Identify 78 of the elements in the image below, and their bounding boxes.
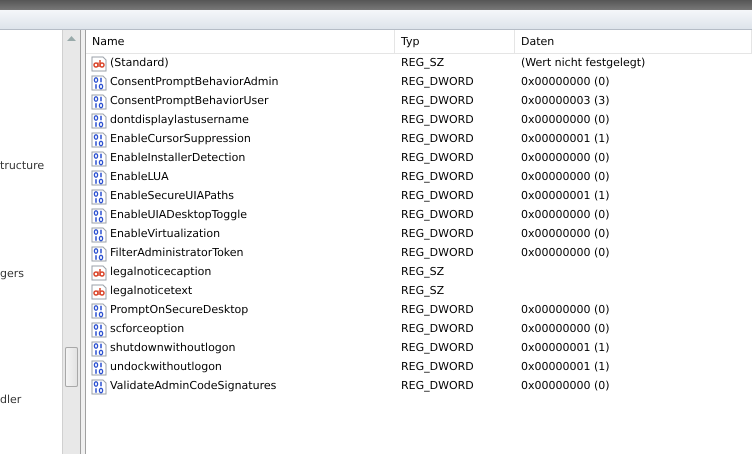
value-type: REG_DWORD bbox=[401, 341, 474, 354]
value-name[interactable]: shutdownwithoutlogon bbox=[110, 340, 236, 357]
value-data: 0x00000000 (0) bbox=[521, 303, 610, 316]
binary-value-icon bbox=[91, 132, 107, 148]
value-type: REG_DWORD bbox=[401, 208, 474, 222]
tree-item[interactable]: dler bbox=[0, 392, 22, 408]
scroll-up-arrow-icon[interactable] bbox=[67, 36, 76, 42]
binary-value-icon bbox=[91, 188, 107, 204]
value-name[interactable]: EnableVirtualization bbox=[110, 226, 220, 243]
value-data: 0x00000000 (0) bbox=[521, 246, 610, 260]
binary-value-icon bbox=[91, 226, 107, 242]
value-type: REG_DWORD bbox=[401, 151, 474, 164]
binary-value-icon bbox=[91, 170, 107, 186]
value-name[interactable]: EnableLUA bbox=[110, 169, 169, 186]
binary-value-icon bbox=[91, 150, 107, 166]
value-data: 0x00000000 (0) bbox=[521, 379, 610, 392]
value-name[interactable]: EnableUIADesktopToggle bbox=[110, 207, 248, 224]
value-name[interactable]: undockwithoutlogon bbox=[110, 359, 222, 376]
value-name[interactable]: EnableSecureUIAPaths bbox=[110, 188, 234, 205]
value-data: 0x00000001 (1) bbox=[521, 132, 610, 146]
value-data: 0x00000001 (1) bbox=[521, 360, 610, 374]
value-data: 0x00000000 (0) bbox=[521, 170, 610, 184]
value-type: REG_DWORD bbox=[401, 379, 474, 392]
value-data: (Wert nicht festgelegt) bbox=[521, 56, 646, 70]
value-type: REG_SZ bbox=[401, 284, 444, 298]
value-type: REG_SZ bbox=[401, 56, 444, 70]
tree-item[interactable]: gers bbox=[0, 266, 24, 282]
column-header[interactable]: Daten bbox=[515, 30, 752, 53]
value-type: REG_DWORD bbox=[401, 227, 474, 240]
value-name[interactable]: EnableInstallerDetection bbox=[110, 150, 246, 167]
value-type: REG_DWORD bbox=[401, 322, 474, 336]
binary-value-icon bbox=[91, 322, 107, 338]
value-name[interactable]: ValidateAdminCodeSignatures bbox=[110, 378, 276, 395]
value-type: REG_DWORD bbox=[401, 75, 474, 88]
value-data: 0x00000003 (3) bbox=[521, 94, 610, 108]
value-name[interactable]: legalnoticecaption bbox=[110, 264, 212, 281]
string-value-icon bbox=[91, 56, 107, 72]
value-type: REG_DWORD bbox=[401, 246, 474, 260]
value-name[interactable]: PromptOnSecureDesktop bbox=[110, 302, 248, 319]
value-data: 0x00000000 (0) bbox=[521, 151, 610, 164]
value-name[interactable]: legalnoticetext bbox=[110, 283, 192, 300]
value-type: REG_SZ bbox=[401, 265, 444, 278]
value-data: 0x00000000 (0) bbox=[521, 208, 610, 222]
value-type: REG_DWORD bbox=[401, 132, 474, 146]
binary-value-icon bbox=[91, 360, 107, 376]
value-type: REG_DWORD bbox=[401, 303, 474, 316]
binary-value-icon bbox=[91, 378, 107, 394]
value-name[interactable]: scforceoption bbox=[110, 321, 184, 338]
value-name[interactable]: EnableCursorSuppression bbox=[110, 131, 251, 148]
value-type: REG_DWORD bbox=[401, 170, 474, 184]
binary-value-icon bbox=[91, 94, 107, 110]
value-type: REG_DWORD bbox=[401, 94, 474, 108]
value-data: 0x00000000 (0) bbox=[521, 113, 610, 126]
value-name[interactable]: (Standard) bbox=[110, 55, 169, 72]
binary-value-icon bbox=[91, 246, 107, 262]
binary-value-icon bbox=[91, 112, 107, 128]
column-header[interactable]: Name bbox=[86, 30, 395, 53]
value-data: 0x00000001 (1) bbox=[521, 189, 610, 202]
value-name[interactable]: dontdisplaylastusername bbox=[110, 112, 249, 129]
scrollbar-thumb[interactable] bbox=[65, 347, 78, 387]
string-value-icon bbox=[91, 284, 107, 300]
string-value-icon bbox=[91, 264, 107, 280]
tree-item[interactable]: tructure bbox=[0, 158, 44, 174]
binary-value-icon bbox=[91, 302, 107, 318]
value-name[interactable]: ConsentPromptBehaviorUser bbox=[110, 93, 269, 110]
value-type: REG_DWORD bbox=[401, 113, 474, 126]
value-type: REG_DWORD bbox=[401, 189, 474, 202]
value-name[interactable]: FilterAdministratorToken bbox=[110, 245, 244, 262]
binary-value-icon bbox=[91, 340, 107, 356]
value-type: REG_DWORD bbox=[401, 360, 474, 374]
value-data: 0x00000001 (1) bbox=[521, 341, 610, 354]
value-data: 0x00000000 (0) bbox=[521, 227, 610, 240]
binary-value-icon bbox=[91, 74, 107, 90]
value-name[interactable]: ConsentPromptBehaviorAdmin bbox=[110, 74, 279, 91]
value-data: 0x00000000 (0) bbox=[521, 75, 610, 88]
binary-value-icon bbox=[91, 208, 107, 224]
value-data: 0x00000000 (0) bbox=[521, 322, 610, 336]
column-header[interactable]: Typ bbox=[395, 30, 515, 53]
